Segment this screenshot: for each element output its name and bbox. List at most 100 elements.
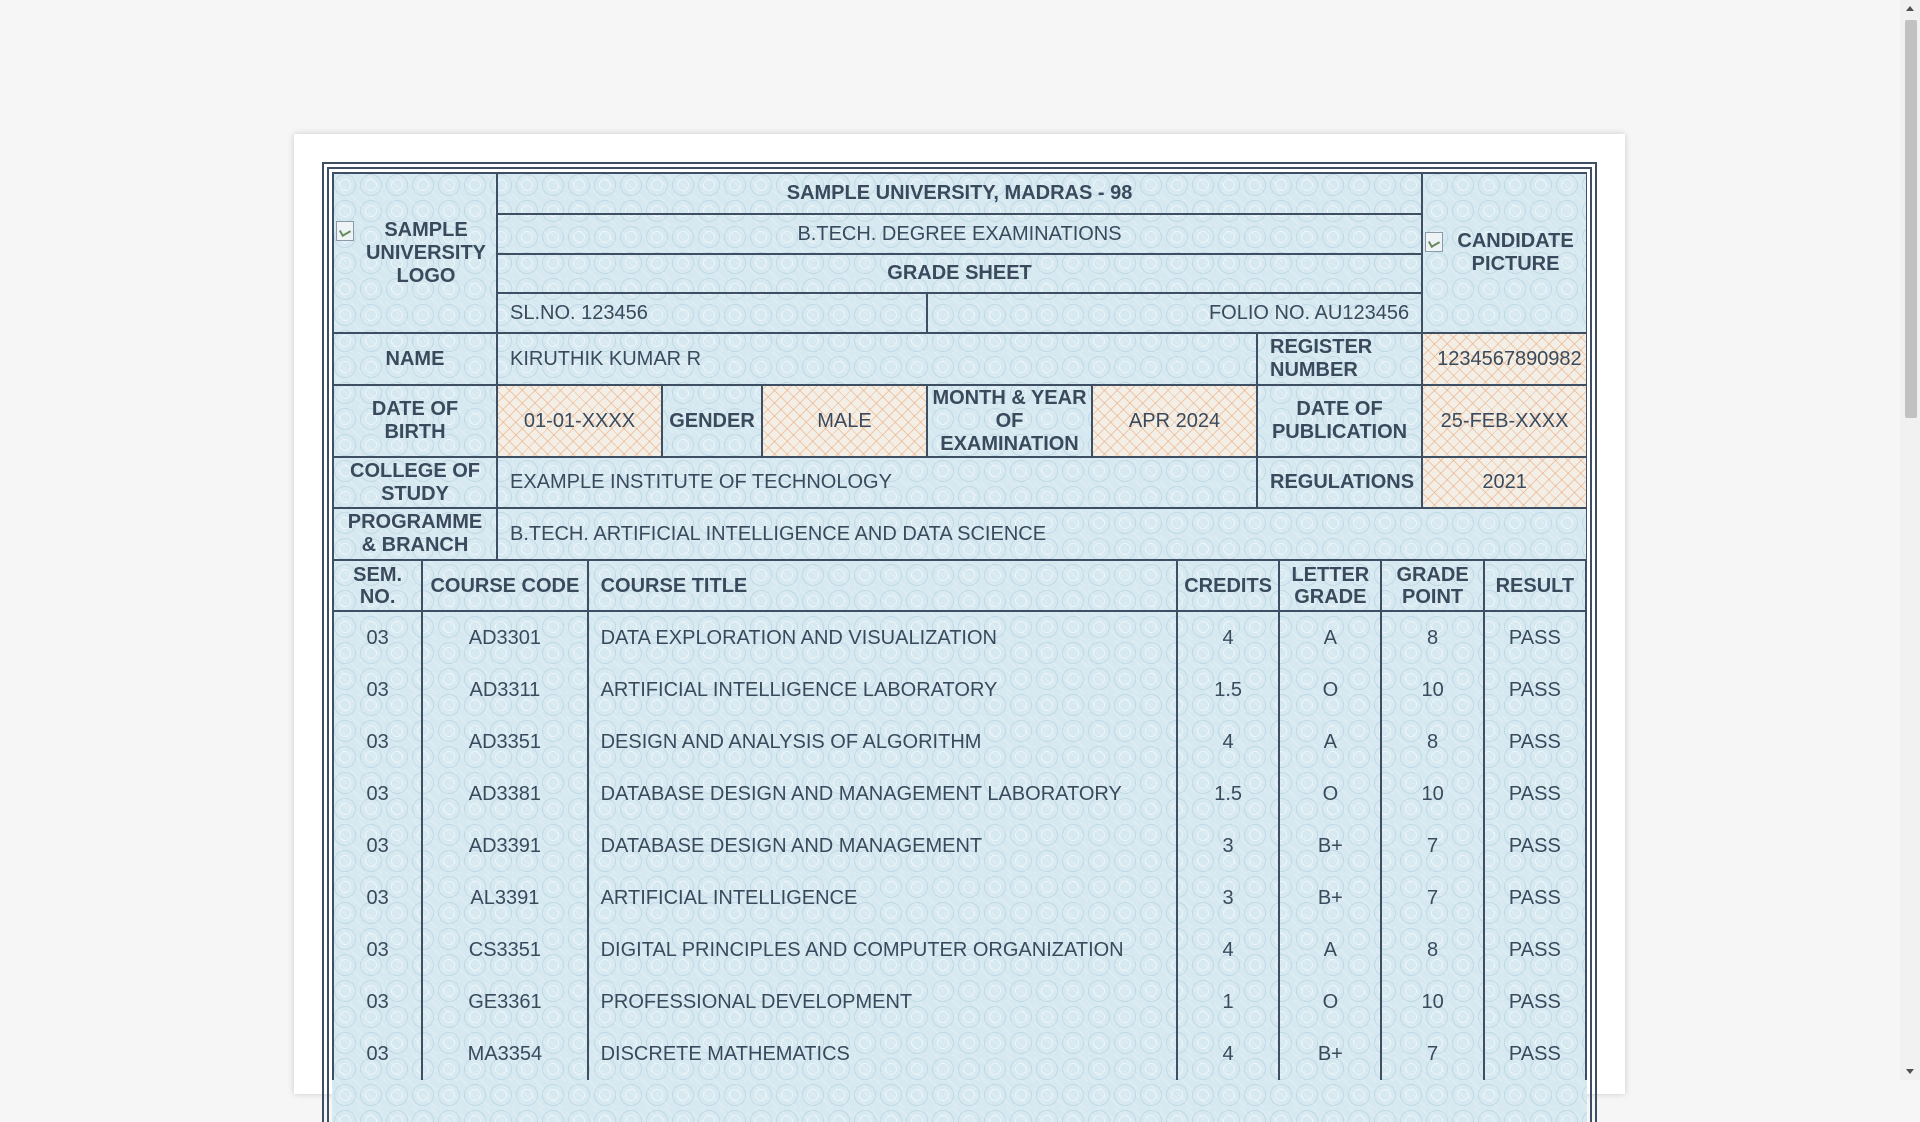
table-row: 03 AD3301 DATA EXPLORATION AND VISUALIZA… xyxy=(332,611,1587,664)
grade-point-cell: 10 xyxy=(1380,976,1485,1028)
register-number-label: REGISTER NUMBER xyxy=(1255,332,1424,386)
publication-date-label: DATE OF PUBLICATION xyxy=(1255,384,1424,458)
table-row: 03 AD3351 DESIGN AND ANALYSIS OF ALGORIT… xyxy=(332,716,1587,768)
course-code-cell: GE3361 xyxy=(421,976,589,1028)
vertical-scrollbar[interactable] xyxy=(1900,0,1920,1080)
regulations-label: REGULATIONS xyxy=(1255,456,1424,509)
result-cell: PASS xyxy=(1482,976,1587,1028)
credits-cell: 1 xyxy=(1175,976,1281,1028)
grade-sheet-border: SAMPLE UNIVERSITY LOGO SAMPLE UNIVERSITY… xyxy=(322,162,1597,1122)
gender-label: GENDER xyxy=(661,384,763,458)
exam-title: B.TECH. DEGREE EXAMINATIONS xyxy=(495,213,1424,255)
course-title-cell: DATA EXPLORATION AND VISUALIZATION xyxy=(586,611,1179,664)
programme-label: PROGRAMME & BRANCH xyxy=(332,507,498,561)
course-title-cell: PROFESSIONAL DEVELOPMENT xyxy=(586,976,1179,1028)
table-row: 03 AD3391 DATABASE DESIGN AND MANAGEMENT… xyxy=(332,820,1587,872)
letter-grade-cell: A xyxy=(1278,924,1383,976)
table-row: 03 AD3381 DATABASE DESIGN AND MANAGEMENT… xyxy=(332,768,1587,820)
sheet-title: GRADE SHEET xyxy=(495,253,1424,294)
table-row: 03 GE3361 PROFESSIONAL DEVELOPMENT 1 O 1… xyxy=(332,976,1587,1028)
college-label: COLLEGE OF STUDY xyxy=(332,456,498,509)
course-code-cell: AD3351 xyxy=(421,716,589,768)
result-cell: PASS xyxy=(1482,872,1587,924)
table-row: 03 AL3391 ARTIFICIAL INTELLIGENCE 3 B+ 7… xyxy=(332,872,1587,924)
logo-alt-text: SAMPLE UNIVERSITY LOGO xyxy=(365,218,487,287)
course-title-cell: DATABASE DESIGN AND MANAGEMENT xyxy=(586,820,1179,872)
university-name: SAMPLE UNIVERSITY, MADRAS - 98 xyxy=(495,172,1424,215)
result-cell: PASS xyxy=(1482,664,1587,716)
course-title-cell: DATABASE DESIGN AND MANAGEMENT LABORATOR… xyxy=(586,768,1179,820)
letter-grade-cell: O xyxy=(1278,664,1383,716)
serial-number: SL.NO. 123456 xyxy=(496,292,928,334)
letter-grade-cell: B+ xyxy=(1278,820,1383,872)
credits-cell: 3 xyxy=(1175,820,1281,872)
scrollbar-thumb[interactable] xyxy=(1905,20,1917,418)
sem-cell: 03 xyxy=(332,820,424,872)
letter-grade-cell: O xyxy=(1278,768,1383,820)
credits-cell: 4 xyxy=(1175,716,1281,768)
regulations-value: 2021 xyxy=(1421,456,1587,509)
picture-alt-text: CANDIDATE PICTURE xyxy=(1457,230,1574,275)
course-table: SEM. NO. COURSE CODE COURSE TITLE CREDIT… xyxy=(332,559,1587,1080)
header-result: RESULT xyxy=(1482,559,1587,612)
college-value: EXAMPLE INSTITUTE OF TECHNOLOGY xyxy=(496,456,1258,509)
table-row: 03 MA3354 DISCRETE MATHEMATICS 4 B+ 7 PA… xyxy=(332,1028,1587,1080)
scroll-down-arrow-icon[interactable] xyxy=(1900,1062,1920,1080)
credits-cell: 3 xyxy=(1175,872,1281,924)
dob-label: DATE OF BIRTH xyxy=(332,384,498,458)
course-title-cell: ARTIFICIAL INTELLIGENCE xyxy=(586,872,1179,924)
course-title-cell: DESIGN AND ANALYSIS OF ALGORITHM xyxy=(586,716,1179,768)
course-code-cell: AD3391 xyxy=(421,820,589,872)
course-code-cell: MA3354 xyxy=(421,1028,589,1080)
grade-point-cell: 8 xyxy=(1380,924,1485,976)
grade-point-cell: 7 xyxy=(1380,820,1485,872)
candidate-picture: CANDIDATE PICTURE xyxy=(1421,172,1587,334)
sem-cell: 03 xyxy=(332,976,424,1028)
course-code-cell: CS3351 xyxy=(421,924,589,976)
header-course-title: COURSE TITLE xyxy=(586,559,1179,612)
grade-point-cell: 10 xyxy=(1380,664,1485,716)
letter-grade-cell: B+ xyxy=(1278,872,1383,924)
publication-date-value: 25-FEB-XXXX xyxy=(1421,384,1587,458)
grade-point-cell: 7 xyxy=(1380,872,1485,924)
credits-cell: 1.5 xyxy=(1175,664,1281,716)
grade-point-cell: 8 xyxy=(1380,716,1485,768)
programme-value: B.TECH. ARTIFICIAL INTELLIGENCE AND DATA… xyxy=(495,507,1587,561)
header-course-code: COURSE CODE xyxy=(421,559,589,612)
course-title-cell: DIGITAL PRINCIPLES AND COMPUTER ORGANIZA… xyxy=(586,924,1179,976)
course-title-cell: DISCRETE MATHEMATICS xyxy=(586,1028,1179,1080)
result-cell: PASS xyxy=(1482,611,1587,664)
folio-number: FOLIO NO. AU123456 xyxy=(925,292,1424,334)
result-cell: PASS xyxy=(1482,716,1587,768)
dob-value: 01-01-XXXX xyxy=(496,384,663,458)
credits-cell: 4 xyxy=(1175,611,1281,664)
course-rows: 03 AD3301 DATA EXPLORATION AND VISUALIZA… xyxy=(332,611,1587,1080)
broken-image-icon xyxy=(336,220,354,241)
course-code-cell: AD3311 xyxy=(421,664,589,716)
table-row: 03 AD3311 ARTIFICIAL INTELLIGENCE LABORA… xyxy=(332,664,1587,716)
sem-cell: 03 xyxy=(332,924,424,976)
name-label: NAME xyxy=(332,332,498,386)
grade-point-cell: 10 xyxy=(1380,768,1485,820)
grade-sheet-page: SAMPLE UNIVERSITY LOGO SAMPLE UNIVERSITY… xyxy=(294,134,1625,1122)
letter-grade-cell: B+ xyxy=(1278,1028,1383,1080)
broken-image-icon xyxy=(1425,232,1444,252)
credits-cell: 4 xyxy=(1175,924,1281,976)
result-cell: PASS xyxy=(1482,768,1587,820)
result-cell: PASS xyxy=(1482,820,1587,872)
table-row: 03 CS3351 DIGITAL PRINCIPLES AND COMPUTE… xyxy=(332,924,1587,976)
sem-cell: 03 xyxy=(332,611,424,664)
student-details-table: SAMPLE UNIVERSITY LOGO SAMPLE UNIVERSITY… xyxy=(332,172,1587,561)
register-number: 1234567890982 xyxy=(1421,332,1587,386)
course-code-cell: AD3301 xyxy=(421,611,589,664)
grade-sheet: SAMPLE UNIVERSITY LOGO SAMPLE UNIVERSITY… xyxy=(332,172,1587,1122)
course-title-cell: ARTIFICIAL INTELLIGENCE LABORATORY xyxy=(586,664,1179,716)
result-cell: PASS xyxy=(1482,1028,1587,1080)
credits-cell: 4 xyxy=(1175,1028,1281,1080)
exam-month-value: APR 2024 xyxy=(1091,384,1258,458)
letter-grade-cell: A xyxy=(1278,716,1383,768)
scroll-up-arrow-icon[interactable] xyxy=(1900,0,1920,18)
sem-cell: 03 xyxy=(332,1028,424,1080)
sem-cell: 03 xyxy=(332,716,424,768)
sem-cell: 03 xyxy=(332,664,424,716)
